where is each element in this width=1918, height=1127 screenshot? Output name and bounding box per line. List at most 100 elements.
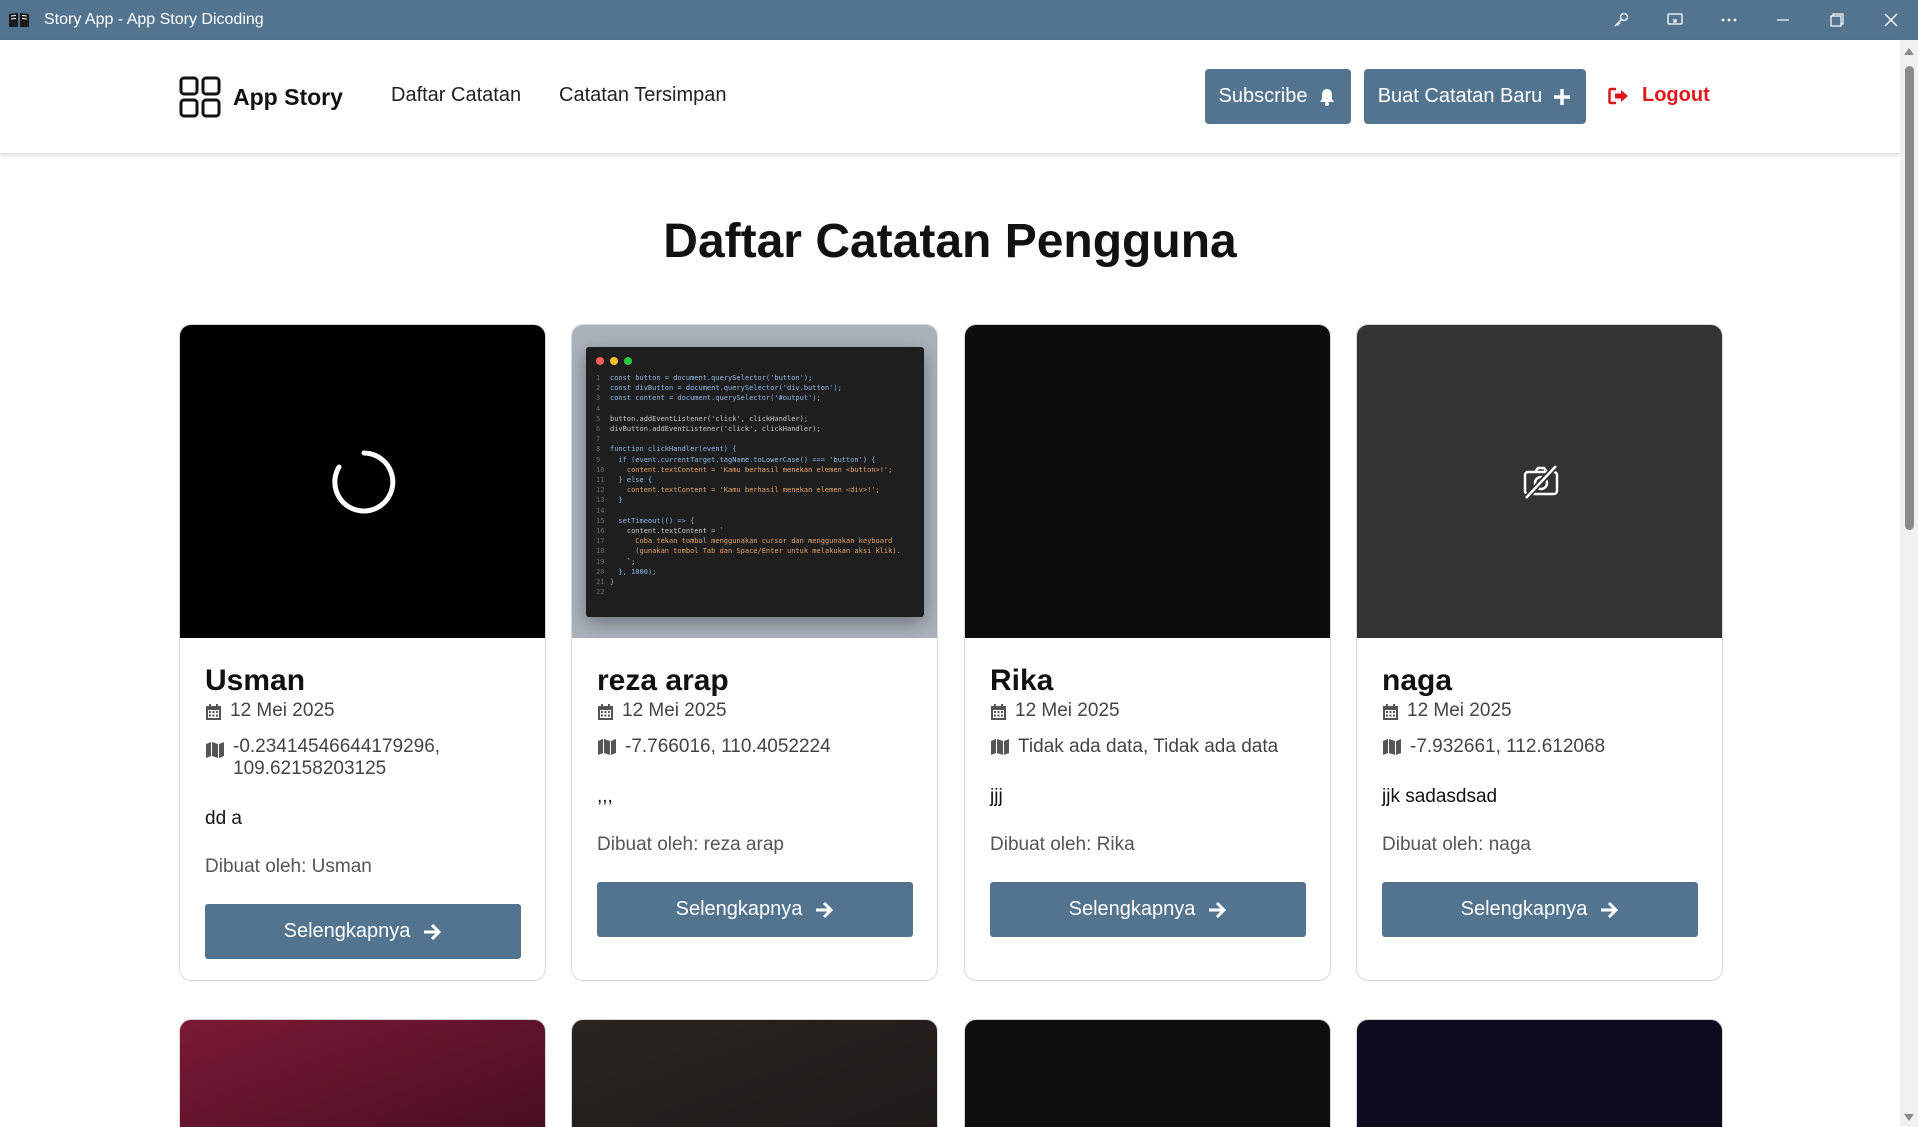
story-date-text: 12 Mei 2025	[1015, 700, 1120, 721]
read-more-button[interactable]: Selengkapnya	[990, 882, 1306, 937]
code-line: 22	[596, 587, 914, 597]
loading-spinner-icon	[332, 450, 396, 514]
story-author-name: Rika	[990, 664, 1054, 697]
story-date: 12 Mei 2025	[990, 700, 1305, 722]
code-line-text: }	[610, 578, 615, 587]
logout-button[interactable]: Logout	[1608, 84, 1710, 107]
code-line-number: 22	[596, 588, 605, 597]
story-date-text: 12 Mei 2025	[622, 700, 727, 721]
code-line-text: const content = document.querySelector('…	[610, 394, 821, 403]
story-location: -7.766016, 110.4052224	[597, 736, 912, 758]
story-description: dd a	[205, 808, 242, 829]
read-more-button[interactable]: Selengkapnya	[597, 882, 913, 937]
story-image[interactable]: 1 const button = document.querySelector('…	[572, 325, 937, 638]
story-image[interactable]	[1357, 325, 1722, 638]
calendar-icon	[206, 704, 221, 720]
code-line: 15 setTimeout(() => {	[596, 516, 914, 526]
story-description: jjj	[990, 786, 1003, 807]
read-more-button[interactable]: Selengkapnya	[205, 904, 521, 959]
story-date-text: 12 Mei 2025	[230, 700, 335, 721]
story-card: Usman 12 Mei 2025 -0.23414546644179296, …	[179, 324, 546, 981]
story-card-image[interactable]	[571, 1019, 938, 1127]
code-line: 19 `;	[596, 557, 914, 567]
restore-icon[interactable]	[1810, 0, 1864, 40]
code-line: 3 const content = document.querySelector(…	[596, 393, 914, 403]
code-line-number: 5	[596, 414, 601, 423]
scroll-down-arrow-icon[interactable]	[1904, 1114, 1914, 1121]
story-image[interactable]	[180, 325, 545, 638]
brand-link[interactable]: App Story	[179, 76, 343, 118]
more-options-icon[interactable]	[1702, 0, 1756, 40]
code-line-number: 20	[596, 567, 605, 576]
code-line-number: 8	[596, 445, 601, 454]
code-line: 18 (gunakan tombol Tab dan Space/Enter u…	[596, 546, 914, 556]
code-line-number: 2	[596, 384, 601, 393]
code-line-text: content.textContent = `	[610, 527, 724, 536]
code-line-number: 15	[596, 516, 605, 525]
window-titlebar: Story App - App Story Dicoding	[0, 0, 1918, 40]
key-icon[interactable]	[1594, 0, 1648, 40]
calendar-icon	[1383, 704, 1398, 720]
code-line-text: } else {	[610, 476, 653, 485]
story-card-image[interactable]	[1356, 1019, 1723, 1127]
code-line: 20 }, 1000);	[596, 567, 914, 577]
code-line-text: const divButton = document.querySelector…	[610, 384, 842, 393]
code-line-number: 16	[596, 527, 605, 536]
story-image[interactable]	[965, 325, 1330, 638]
story-author-name: Usman	[205, 664, 306, 697]
nav-catatan-tersimpan[interactable]: Catatan Tersimpan	[559, 84, 727, 107]
subscribe-button[interactable]: Subscribe	[1205, 69, 1351, 124]
code-line-text: const button = document.querySelector('b…	[610, 374, 813, 382]
code-line: 6 divButton.addEventListener('click', cli…	[596, 424, 914, 434]
arrow-right-icon	[1209, 901, 1227, 918]
code-line-number: 6	[596, 425, 601, 434]
code-line: 21}	[596, 577, 914, 587]
code-line-number: 21	[596, 578, 605, 587]
code-line: 13 }	[596, 495, 914, 505]
sign-out-icon	[1608, 87, 1628, 104]
code-line-number: 14	[596, 506, 605, 515]
nav-daftar-catatan[interactable]: Daftar Catatan	[391, 84, 521, 107]
code-line: 8 function clickHandler(event) {	[596, 444, 914, 454]
map-icon	[991, 739, 1009, 755]
story-description: ,,,	[597, 786, 613, 807]
story-location-text: Tidak ada data, Tidak ada data	[1018, 736, 1279, 757]
read-more-button[interactable]: Selengkapnya	[1382, 882, 1698, 937]
code-line: 14	[596, 506, 914, 516]
code-line: 9 if (event.currentTarget.tagName.toLowe…	[596, 455, 914, 465]
scroll-up-arrow-icon[interactable]	[1904, 48, 1914, 55]
story-created-by: Dibuat oleh: reza arap	[597, 834, 784, 855]
code-line-number: 9	[596, 455, 601, 464]
story-created-by: Dibuat oleh: Usman	[205, 856, 372, 877]
code-line-text: setTimeout(() => {	[610, 516, 695, 525]
code-line: 1 const button = document.querySelector('…	[596, 373, 914, 383]
code-line: 2 const divButton = document.querySelecto…	[596, 383, 914, 393]
code-line: 11 } else {	[596, 475, 914, 485]
code-line-number: 17	[596, 537, 605, 546]
page-scrollbar[interactable]	[1900, 40, 1918, 1127]
code-line-text: Coba tekan tombol menggunakan cursor dan…	[610, 537, 893, 546]
story-card-image[interactable]	[179, 1019, 546, 1127]
code-line-number: 7	[596, 435, 601, 444]
story-date: 12 Mei 2025	[205, 700, 520, 722]
story-author-name: naga	[1382, 664, 1453, 697]
code-line: 12 content.textContent = 'Kamu berhasil …	[596, 485, 914, 495]
cast-icon[interactable]	[1648, 0, 1702, 40]
code-line-text: function clickHandler(event) {	[610, 445, 737, 454]
scrollbar-thumb[interactable]	[1905, 66, 1914, 530]
story-date-text: 12 Mei 2025	[1407, 700, 1512, 721]
code-line-number: 18	[596, 547, 605, 556]
code-line-number: 12	[596, 486, 605, 495]
code-line-text: content.textContent = 'Kamu berhasil men…	[610, 465, 893, 474]
read-more-label: Selengkapnya	[1068, 898, 1196, 920]
code-lines: 1 const button = document.querySelector('…	[596, 373, 914, 597]
new-story-button[interactable]: Buat Catatan Baru	[1364, 69, 1586, 124]
minimize-icon[interactable]	[1756, 0, 1810, 40]
story-card: naga 12 Mei 2025 -7.932661, 112.612068 j…	[1356, 324, 1723, 981]
read-more-label: Selengkapnya	[675, 898, 803, 920]
close-icon[interactable]	[1864, 0, 1918, 40]
story-card-image[interactable]	[964, 1019, 1331, 1127]
app-header: App Story Daftar Catatan Catatan Tersimp…	[0, 40, 1900, 154]
story-date: 12 Mei 2025	[1382, 700, 1697, 722]
brand-name: App Story	[233, 83, 343, 110]
